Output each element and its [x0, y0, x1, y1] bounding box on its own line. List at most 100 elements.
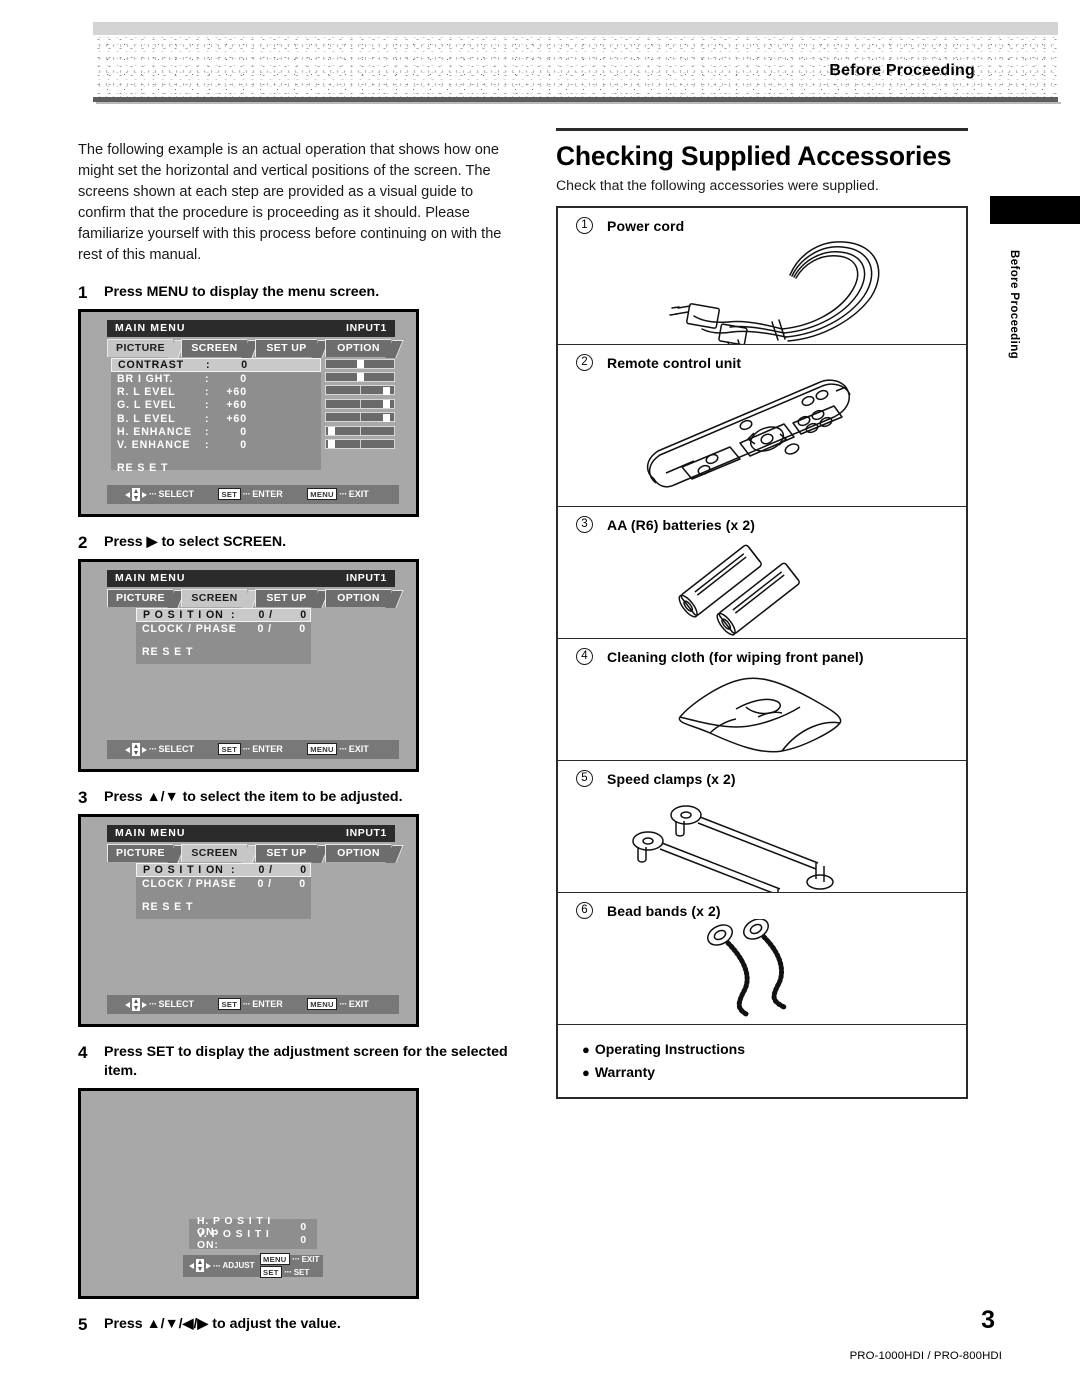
menu-key-icon: MENU: [306, 488, 338, 501]
slider-henhance[interactable]: [325, 425, 395, 436]
osd-4-adjust-label: ADJUST: [222, 1261, 255, 1271]
osd-1-rlevel-colon: :: [205, 386, 210, 398]
step-1: 1 Press MENU to display the menu screen.: [78, 283, 523, 302]
osd-4-vposition-value: 0: [300, 1234, 307, 1246]
osd-3-tab-picture[interactable]: PICTURE: [107, 843, 186, 863]
osd-4-exit-hint: MENU ··· EXIT: [259, 1253, 319, 1266]
osd-4-set-hint: SET ··· SET: [259, 1266, 320, 1279]
accessory-item-remote: 2 Remote control unit: [558, 345, 966, 507]
slider-rlevel[interactable]: [325, 385, 395, 396]
osd-3-row-reset[interactable]: RE S E T: [136, 900, 311, 913]
osd-1-venhance-colon: :: [205, 439, 210, 452]
step-3: 3 Press ▲/▼ to select the item to be adj…: [78, 788, 523, 807]
dots-2c: ···: [339, 744, 347, 755]
accessory-1-label: Power cord: [607, 217, 685, 234]
osd-2-exit-hint: MENU ··· EXIT: [306, 743, 369, 756]
osd-4-adjust-box: H. P O S I T I ON: 0 V. P O S I T I ON: …: [189, 1216, 317, 1251]
osd-1-tab-setup[interactable]: SET UP: [255, 338, 330, 358]
accessory-1-number: 1: [576, 217, 593, 234]
osd-1-row-venhance[interactable]: V. ENHANCE : 0: [111, 439, 321, 452]
osd-1-bright-colon: :: [205, 372, 210, 385]
osd-3-enter-hint: SET ··· ENTER: [218, 998, 283, 1011]
osd-2-clockphase-value: 0 /: [257, 622, 272, 635]
osd-1-row-bright[interactable]: BR I GHT. : 0: [111, 372, 321, 385]
step-2-number: 2: [78, 532, 88, 552]
slider-venhance[interactable]: [325, 438, 395, 449]
osd-3-position-value: 0 /: [258, 863, 273, 876]
osd-2-row-clockphase[interactable]: CLOCK / PHASE : 0 / 0: [136, 622, 311, 635]
osd-3-tab-screen-label: SCREEN: [191, 847, 238, 860]
dpad-icon: [125, 742, 147, 756]
page-title: Checking Supplied Accessories: [556, 141, 952, 171]
osd-1-glevel-label: G. L EVEL: [117, 399, 177, 412]
osd-1-exit-hint: MENU ··· EXIT: [306, 488, 369, 501]
osd-2-tab-setup[interactable]: SET UP: [255, 588, 330, 608]
dpad-icon: [125, 997, 147, 1011]
osd-4-row-vposition[interactable]: V. P O S I T I ON: 0: [189, 1229, 317, 1251]
accessory-5-label: Speed clamps (x 2): [607, 770, 736, 787]
osd-3-clockphase-value: 0 /: [257, 877, 272, 890]
dpad-icon: [125, 487, 147, 501]
osd-1-henhance-label: H. ENHANCE: [117, 425, 192, 438]
osd-3-exit-hint: MENU ··· EXIT: [306, 998, 369, 1011]
osd-3-row-position[interactable]: P O S I T I ON : 0 / 0: [136, 862, 311, 878]
osd-1-row-contrast[interactable]: CONTRAST : 0: [111, 357, 321, 373]
accessory-6-number: 6: [576, 902, 593, 919]
osd-3-tab-option-label: OPTION: [337, 847, 380, 860]
osd-1-exit-label: EXIT: [348, 489, 369, 500]
step-5-number: 5: [78, 1314, 88, 1334]
osd-3-tab-setup[interactable]: SET UP: [255, 843, 330, 863]
speed-clamps-illustration: [558, 787, 966, 892]
osd-1-row-henhance[interactable]: H. ENHANCE : 0: [111, 425, 321, 438]
osd-2-tab-screen[interactable]: SCREEN: [181, 588, 260, 608]
osd-1-titlebar: MAIN MENU INPUT1: [107, 319, 395, 337]
right-column: Checking Supplied Accessories Check that…: [556, 128, 968, 1099]
accessory-item-documents: ● Operating Instructions ● Warranty: [558, 1025, 966, 1097]
page-number: 3: [981, 1306, 995, 1334]
osd-2-exit-label: EXIT: [348, 744, 369, 755]
accessory-2-number: 2: [576, 354, 593, 371]
dpad-icon: [189, 1259, 211, 1273]
slider-blevel[interactable]: [325, 412, 395, 423]
osd-3-tab-option[interactable]: OPTION: [325, 843, 404, 863]
osd-2-enter-label: ENTER: [252, 744, 283, 755]
osd-1-tabrow: PICTURE SCREEN SET UP OPTION: [107, 338, 404, 358]
osd-1-footer: ··· SELECT SET ··· ENTER MENU ··· EXIT: [107, 484, 399, 504]
bullet-dot-icon: ●: [582, 1065, 590, 1080]
slider-bright[interactable]: [325, 371, 395, 382]
step-3-text: Press ▲/▼ to select the item to be adjus…: [104, 788, 403, 805]
osd-1-row-rlevel[interactable]: R. L EVEL : +60: [111, 385, 321, 398]
osd-1-row-glevel[interactable]: G. L EVEL : +60: [111, 399, 321, 412]
osd-2-row-position[interactable]: P O S I T I ON : 0 / 0: [136, 607, 311, 623]
osd-1-row-blevel[interactable]: B. L EVEL : +60: [111, 412, 321, 425]
slider-glevel[interactable]: [325, 398, 395, 409]
step-4: 4 Press SET to display the adjustment sc…: [78, 1043, 523, 1081]
cleaning-cloth-illustration: [558, 665, 966, 760]
osd-3-row-clockphase[interactable]: CLOCK / PHASE : 0 / 0: [136, 877, 311, 890]
osd-3-footer: ··· SELECT SET ··· ENTER MENU ··· EXIT: [107, 994, 399, 1014]
power-cord-illustration: [558, 234, 966, 344]
osd-3-enter-label: ENTER: [252, 999, 283, 1010]
osd-1-tab-option[interactable]: OPTION: [325, 338, 404, 358]
osd-1-glevel-colon: :: [205, 399, 210, 412]
osd-1-tab-screen[interactable]: SCREEN: [181, 338, 260, 358]
step-2-text: Press ▶ to select SCREEN.: [104, 533, 287, 550]
dots-3b: ···: [242, 999, 251, 1010]
osd-2-row-reset[interactable]: RE S E T: [136, 645, 311, 658]
osd-2-tab-picture[interactable]: PICTURE: [107, 588, 186, 608]
osd-3-position-colon: :: [231, 863, 236, 876]
osd-1-row-reset[interactable]: RE S E T: [111, 462, 321, 475]
slider-contrast[interactable]: [325, 358, 395, 369]
osd-2-tab-picture-label: PICTURE: [116, 592, 165, 605]
set-key-icon: SET: [259, 1266, 283, 1279]
step-1-number: 1: [78, 282, 88, 302]
dots-1c: ···: [339, 489, 347, 500]
remote-control-illustration: [558, 371, 966, 506]
bullet-operating-instructions: ● Operating Instructions: [582, 1038, 966, 1061]
osd-1-enter-label: ENTER: [252, 489, 283, 500]
osd-3-reset-label: RE S E T: [142, 901, 194, 913]
osd-3-tab-screen[interactable]: SCREEN: [181, 843, 260, 863]
osd-2-tab-option[interactable]: OPTION: [325, 588, 404, 608]
accessory-6-label: Bead bands (x 2): [607, 902, 721, 919]
osd-1-tab-picture[interactable]: PICTURE: [107, 338, 186, 358]
